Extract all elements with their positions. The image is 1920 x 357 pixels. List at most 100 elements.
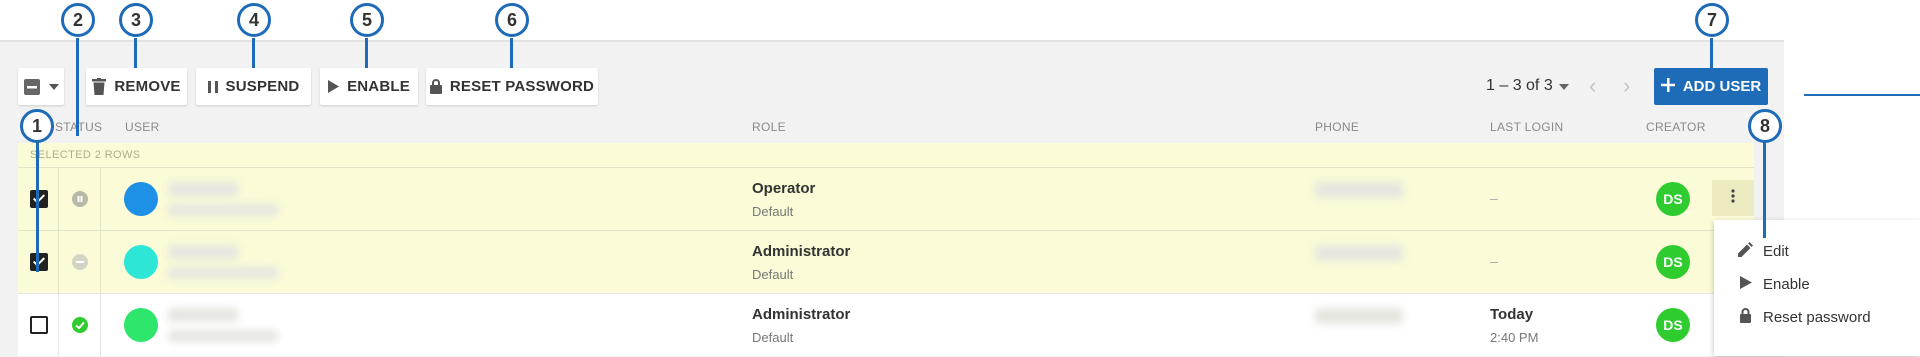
chevron-down-icon [49,83,59,90]
top-area [0,0,1920,40]
column-divider [58,168,59,230]
redacted-phone [1315,182,1403,198]
remove-button[interactable]: REMOVE [86,68,187,105]
redacted-user-name [168,308,238,322]
column-header-user[interactable]: USER [125,120,160,134]
remove-label: REMOVE [114,78,181,95]
selection-count-text: SELECTED 2 ROWS [30,149,141,161]
callout-4-line [252,38,255,68]
callout-1-line [36,142,39,272]
role-sub: Default [752,330,794,345]
lock-icon [429,79,442,94]
callout-5-line [365,38,368,68]
avatar [124,308,158,342]
menu-item-label: Edit [1763,243,1789,260]
redacted-user-name [168,182,238,196]
column-divider [58,231,59,293]
role-name: Administrator [752,306,851,323]
chevron-down-icon [1558,77,1569,95]
menu-item-enable[interactable]: Enable [1738,275,1810,294]
avatar [124,245,158,279]
callout-8-line [1763,142,1766,238]
column-header-last-login[interactable]: LAST LOGIN [1490,120,1563,134]
row-checkbox[interactable] [30,253,48,271]
column-divider [58,294,59,356]
callout-3-line [134,38,137,68]
status-disabled-icon [72,254,88,270]
avatar [124,182,158,216]
callout-7-line [1710,38,1713,68]
right-accent-line [1804,94,1920,96]
more-vertical-icon [1731,188,1735,208]
callout-7: 7 [1695,3,1729,37]
reset-password-label: RESET PASSWORD [449,78,595,95]
menu-item-reset-password[interactable]: Reset password [1738,308,1871,327]
column-divider [100,294,101,356]
menu-item-label: Reset password [1763,309,1871,326]
menu-item-edit[interactable]: Edit [1738,242,1789,261]
status-suspended-icon [72,191,88,207]
last-login-time: 2:40 PM [1490,330,1539,345]
role-name: Operator [752,180,816,197]
creator-avatar: DS [1656,182,1690,216]
menu-item-label: Enable [1763,276,1810,293]
pagination-dropdown[interactable]: 1 – 3 of 3 [1486,77,1569,95]
column-header-creator[interactable]: CREATOR [1646,120,1706,134]
enable-button[interactable]: ENABLE [320,68,418,105]
lock-icon [1738,308,1753,327]
row-checkbox[interactable] [30,190,48,208]
add-user-label: ADD USER [1682,78,1762,95]
pause-icon [207,80,218,93]
column-header-phone[interactable]: PHONE [1315,120,1359,134]
next-page-button[interactable]: › [1623,73,1631,98]
column-header-role[interactable]: ROLE [752,120,786,134]
enable-label: ENABLE [347,78,410,95]
table-row[interactable]: Operator Default – DS [18,167,1754,230]
checkbox-indeterminate-icon [23,78,41,96]
last-login: Today [1490,306,1534,323]
callout-2: 2 [61,3,95,37]
creator-avatar: DS [1656,308,1690,342]
suspend-button[interactable]: SUSPEND [196,68,311,105]
role-sub: Default [752,267,794,282]
role-sub: Default [752,204,794,219]
row-checkbox[interactable] [30,316,48,334]
callout-2-line [76,38,79,136]
prev-page-button[interactable]: ‹ [1589,73,1597,98]
callout-4: 4 [237,3,271,37]
creator-avatar: DS [1656,245,1690,279]
role-name: Administrator [752,243,851,260]
redacted-user-email [168,330,278,342]
callout-5: 5 [350,3,384,37]
pencil-icon [1738,242,1753,261]
table-row[interactable]: Administrator Default Today 2:40 PM DS [18,293,1754,356]
selection-banner [18,143,1754,167]
redacted-user-email [168,267,278,279]
table-row[interactable]: Administrator Default – DS [18,230,1754,293]
column-divider [100,168,101,230]
redacted-phone [1315,308,1403,324]
suspend-label: SUSPEND [225,78,300,95]
redacted-phone [1315,245,1403,261]
chevron-right-icon: › [1623,73,1631,98]
add-user-button[interactable]: ADD USER [1654,68,1768,105]
callout-6-line [510,38,513,68]
callout-8: 8 [1748,109,1782,143]
chevron-left-icon: ‹ [1589,73,1597,98]
callout-3: 3 [119,3,153,37]
last-login: – [1490,190,1498,206]
reset-password-button[interactable]: RESET PASSWORD [426,68,598,105]
column-divider [100,231,101,293]
callout-1: 1 [20,109,54,143]
redacted-user-name [168,245,238,259]
row-actions-button[interactable] [1712,180,1754,216]
row-context-menu: Edit Enable Reset password [1714,220,1920,356]
play-icon [1738,275,1753,294]
trash-icon [92,78,107,95]
bulk-select-button[interactable] [18,68,64,105]
play-icon [328,80,340,93]
pagination-text: 1 – 3 of 3 [1486,77,1553,94]
callout-6: 6 [495,3,529,37]
redacted-user-email [168,204,278,216]
last-login: – [1490,253,1498,269]
